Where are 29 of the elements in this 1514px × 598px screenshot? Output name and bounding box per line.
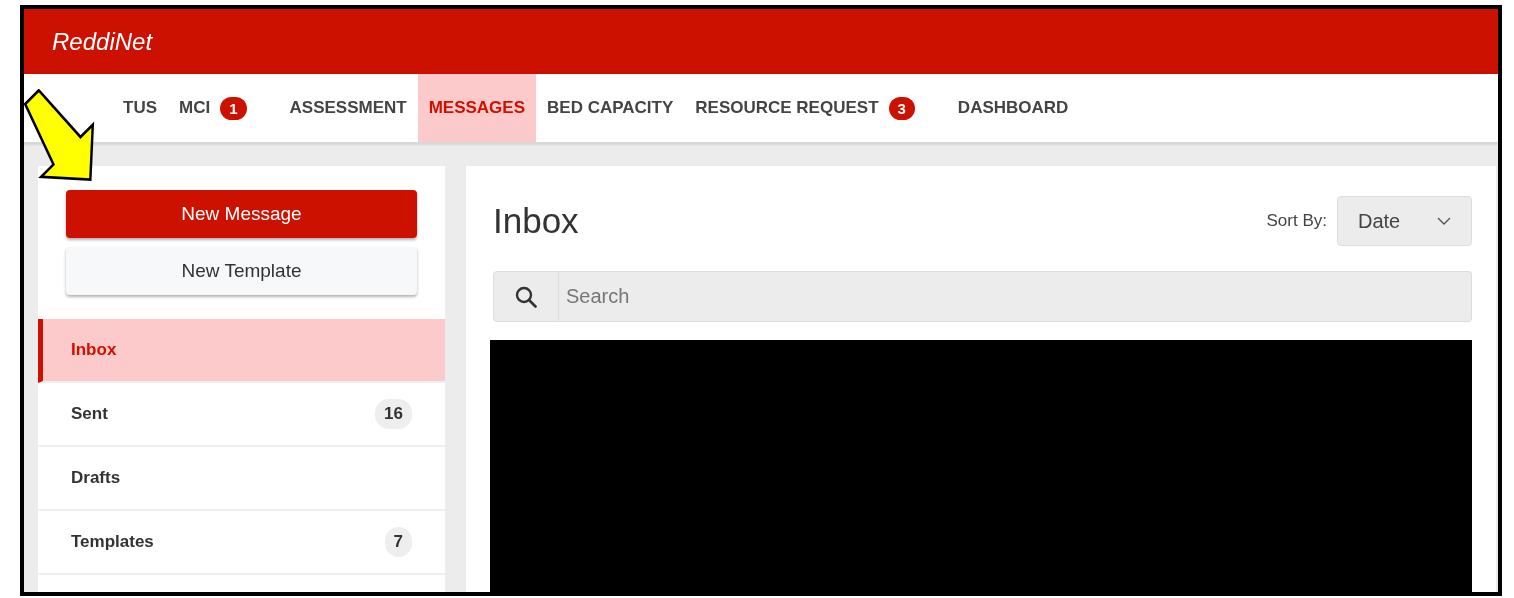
count-badge: 1 [220,96,247,120]
new-message-button[interactable]: New Message [66,190,417,238]
folder-item[interactable]: Inbox [38,319,445,383]
nav-tab[interactable]: DASHBOARD [946,74,1080,142]
nav-tab[interactable]: MCI 1 [168,74,279,142]
nav-tab[interactable]: RESOURCE REQUEST 3 [684,74,947,142]
count-badge: 3 [888,96,915,120]
sort-label: Sort By: [1266,211,1327,231]
nav-tab[interactable]: MESSAGES [417,74,536,142]
nav-tab[interactable]: TUS [112,74,168,142]
count-badge: 7 [384,527,412,557]
search-field[interactable]: Search [559,271,1472,322]
search-button[interactable] [493,271,559,322]
folder-item[interactable]: Templates 7 [38,511,445,575]
folder-label: Inbox [71,340,117,360]
app-title: ReddiNet [52,27,153,56]
nav-tab[interactable]: BED CAPACITY [536,74,685,142]
folder-label: Templates [71,532,154,552]
folder-item[interactable]: Sent 16 [38,383,445,447]
nav-tab[interactable]: ASSESSMENT [278,74,418,142]
sort-select[interactable]: Date [1337,196,1472,246]
search-icon [515,285,537,308]
chevron-down-icon [1437,217,1451,225]
folder-label: Drafts [71,468,121,488]
count-badge: 16 [375,399,412,429]
folder-label: Sent [71,404,108,424]
inbox-heading: Inbox [493,201,579,241]
new-template-button[interactable]: New Template [66,247,417,295]
folder-item[interactable]: Drafts [38,447,445,511]
